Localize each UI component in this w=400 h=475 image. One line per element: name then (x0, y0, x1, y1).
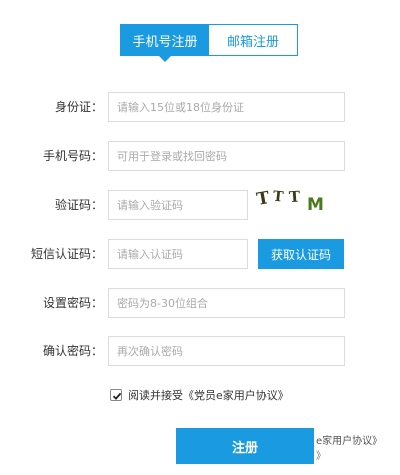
confirm-password-label: 确认密码： (42, 344, 103, 358)
id-card-input[interactable] (108, 92, 345, 122)
svg-text:T: T (272, 189, 285, 206)
agreement-checkbox[interactable] (110, 389, 122, 401)
password-label: 设置密码： (42, 296, 103, 310)
password-input[interactable] (108, 288, 345, 318)
tab-phone-register[interactable]: 手机号注册 (121, 25, 209, 62)
svg-text:T: T (255, 188, 271, 210)
sms-code-label: 短信认证码： (30, 247, 103, 261)
agreement-text[interactable]: 阅读并接受《党员e家用户协议》 (128, 387, 289, 403)
overlapping-fragment: 》 (316, 451, 326, 462)
id-card-label: 身份证： (54, 100, 103, 114)
overlapping-agreement-text: e家用户协议》 (316, 436, 383, 447)
phone-input[interactable] (108, 141, 345, 171)
captcha-row: 验证码： T T T M (0, 187, 400, 220)
password-row: 设置密码： (0, 288, 400, 318)
sms-code-row: 短信认证码： 获取认证码 (0, 239, 400, 269)
get-sms-code-button[interactable]: 获取认证码 (258, 239, 344, 269)
sms-code-input[interactable] (108, 239, 248, 269)
svg-text:T: T (288, 187, 301, 206)
register-submit-button[interactable]: 注册 (176, 428, 314, 464)
checkmark-icon (112, 392, 122, 400)
register-method-tabs: 手机号注册 邮箱注册 (120, 24, 298, 62)
svg-text:M: M (307, 195, 324, 215)
id-card-row: 身份证： (0, 92, 400, 122)
phone-label: 手机号码： (42, 149, 103, 163)
confirm-password-input[interactable] (108, 336, 345, 366)
confirm-password-row: 确认密码： (0, 336, 400, 366)
tab-email-register[interactable]: 邮箱注册 (209, 25, 297, 55)
captcha-image[interactable]: T T T M (255, 184, 329, 218)
phone-row: 手机号码： (0, 141, 400, 171)
captcha-label: 验证码： (54, 198, 103, 212)
agreement: 阅读并接受《党员e家用户协议》 (110, 387, 289, 403)
captcha-input[interactable] (108, 190, 248, 220)
